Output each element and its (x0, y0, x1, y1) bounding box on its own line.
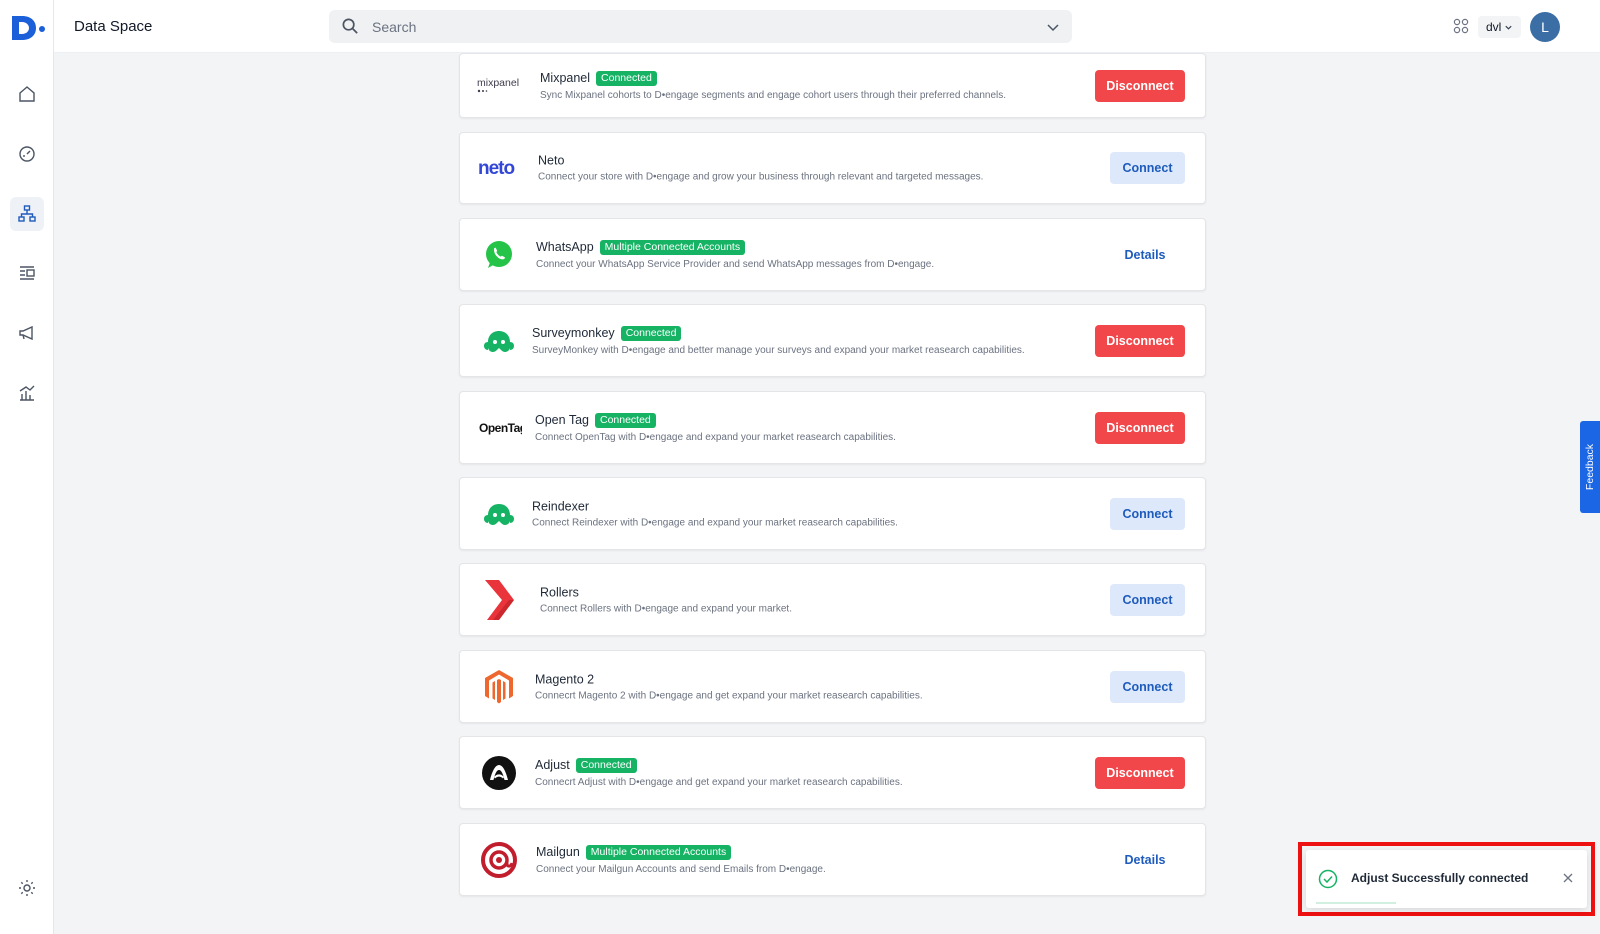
megaphone-icon (19, 325, 33, 341)
disconnect-button[interactable]: Disconnect (1095, 411, 1185, 444)
gauge-icon (19, 146, 35, 162)
integration-card-surveymonkey: Surveymonkey Connected SurveyMonkey with… (459, 304, 1206, 377)
svg-text:OpenTag: OpenTag (479, 421, 522, 435)
integration-description: Connect your store with D•engage and gro… (538, 171, 984, 183)
integration-name: Magento 2 (535, 672, 595, 686)
surveymonkey-logo (474, 305, 524, 376)
sidebar-item-home[interactable] (10, 77, 44, 111)
apps-grid-icon[interactable] (1453, 18, 1469, 34)
adjust-logo (474, 737, 524, 808)
check-circle-icon (1318, 869, 1338, 889)
integration-name: Neto (538, 153, 565, 168)
sitemap-icon (18, 205, 36, 222)
integration-description: Connect Rollers with D•engage and expand… (540, 603, 792, 614)
integration-name: Open Tag (535, 413, 589, 427)
close-icon[interactable] (1561, 871, 1575, 885)
user-avatar[interactable]: L (1530, 12, 1560, 42)
sidebar-item-dashboard[interactable] (10, 137, 44, 171)
integration-card-opentag: OpenTag Open Tag Connected Connect OpenT… (459, 391, 1206, 464)
integration-card-magento: Magento 2 Connecrt Magento 2 with D•enga… (459, 650, 1206, 723)
sidebar-item-settings[interactable] (10, 871, 44, 905)
feedback-label: Feedback (1584, 443, 1596, 491)
integration-name: Adjust (535, 758, 570, 772)
connect-button[interactable]: Connect (1110, 670, 1185, 703)
magento-logo (474, 651, 524, 722)
integration-name: Reindexer (532, 499, 589, 513)
mixpanel-logo: mixpanel (474, 54, 524, 117)
integration-description: Connect Reindexer with D•engage and expa… (532, 517, 898, 528)
sidebar-item-data-space[interactable] (10, 197, 44, 231)
gear-icon (19, 880, 35, 896)
disconnect-button[interactable]: Disconnect (1095, 324, 1185, 357)
workspace-select[interactable]: dvl (1478, 16, 1522, 38)
chevron-down-icon[interactable] (1046, 20, 1060, 34)
chevron-down-icon (1505, 25, 1512, 30)
integration-card-whatsapp: WhatsApp Multiple Connected Accounts Con… (459, 218, 1206, 291)
whatsapp-logo (474, 219, 524, 290)
integration-card-mixpanel: mixpanel Mixpanel Connected Sync Mixpane… (459, 53, 1206, 118)
integration-name: Rollers (540, 585, 579, 599)
success-toast: Adjust Successfully connected (1306, 850, 1587, 908)
details-button[interactable]: Details (1105, 844, 1185, 876)
details-button[interactable]: Details (1105, 239, 1185, 271)
status-badge: Multiple Connected Accounts (585, 844, 732, 860)
integration-card-rollers: Rollers Connect Rollers with D•engage an… (459, 563, 1206, 636)
neto-logo: neto (474, 133, 524, 203)
integration-card-mailgun: Mailgun Multiple Connected Accounts Conn… (459, 823, 1206, 896)
integration-name: Mailgun (536, 845, 580, 859)
integration-name: Surveymonkey (532, 326, 615, 340)
svg-text:mixpanel: mixpanel (477, 77, 519, 89)
integration-description: Connecrt Adjust with D•engage and get ex… (535, 776, 903, 788)
integration-description: SurveyMonkey with D•engage and better ma… (532, 344, 1025, 356)
feedback-tab[interactable]: Feedback (1580, 421, 1600, 513)
status-badge: Connected (575, 757, 637, 773)
sidebar (0, 0, 54, 934)
status-badge: Connected (596, 70, 657, 86)
integration-name: Mixpanel (540, 71, 591, 85)
connect-button[interactable]: Connect (1110, 583, 1185, 616)
rollers-logo (474, 564, 524, 635)
sidebar-item-content[interactable] (10, 256, 44, 290)
status-badge: Connected (620, 325, 682, 341)
page-title: Data Space (74, 18, 153, 35)
home-icon (19, 86, 35, 102)
integration-card-neto: neto Neto Connect your store with D•enga… (459, 132, 1206, 204)
search-bar[interactable] (329, 10, 1072, 43)
integration-description: Connect OpenTag with D•engage and expand… (535, 431, 896, 443)
reindexer-logo (474, 478, 524, 549)
opentag-logo: OpenTag (474, 392, 524, 463)
integration-description: Connect your WhatsApp Service Provider a… (536, 258, 935, 270)
integration-card-adjust: Adjust Connected Connecrt Adjust with D•… (459, 736, 1206, 809)
status-badge: Connected (594, 412, 656, 428)
connect-button[interactable]: Connect (1110, 152, 1185, 184)
svg-text:neto: neto (478, 158, 515, 179)
toast-message: Adjust Successfully connected (1351, 871, 1529, 885)
integration-name: WhatsApp (536, 240, 594, 254)
sidebar-item-campaigns[interactable] (10, 316, 44, 350)
status-badge: Multiple Connected Accounts (599, 239, 746, 255)
integration-card-reindexer: Reindexer Connect Reindexer with D•engag… (459, 477, 1206, 550)
workspace-name: dvl (1486, 20, 1502, 34)
bar-chart-icon (19, 385, 35, 401)
disconnect-button[interactable]: Disconnect (1095, 756, 1185, 789)
disconnect-button[interactable]: Disconnect (1095, 69, 1185, 102)
sidebar-item-analytics[interactable] (10, 376, 44, 410)
mailgun-logo (474, 824, 524, 895)
connect-button[interactable]: Connect (1110, 497, 1185, 530)
dengage-logo[interactable] (10, 14, 46, 42)
integration-description: Sync Mixpanel cohorts to D•engage segmen… (540, 89, 1007, 101)
toast-progress (1316, 902, 1396, 904)
list-icon (20, 266, 35, 280)
integration-description: Connecrt Magento 2 with D•engage and get… (535, 690, 923, 701)
top-bar: Data Space dvl L (54, 0, 1600, 53)
search-icon (342, 18, 358, 34)
search-input[interactable] (372, 10, 1012, 43)
integration-description: Connect your Mailgun Accounts and send E… (536, 863, 826, 875)
